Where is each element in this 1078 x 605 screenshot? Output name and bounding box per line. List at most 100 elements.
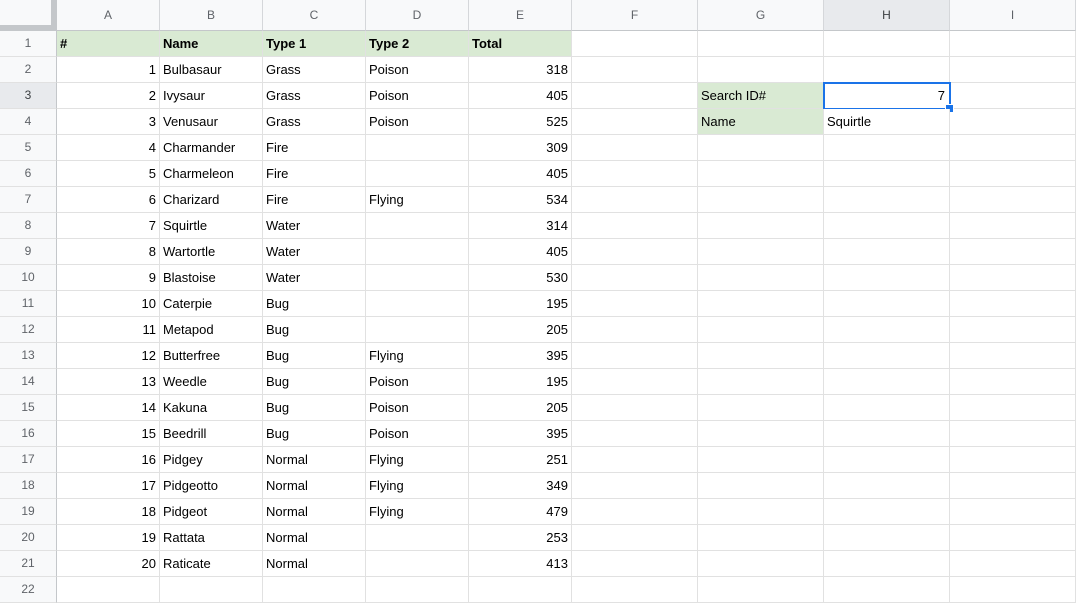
cell[interactable]	[572, 265, 698, 291]
cell-name[interactable]: Ivysaur	[160, 83, 263, 109]
cell-type1[interactable]: Bug	[263, 369, 366, 395]
cell-type1[interactable]: Bug	[263, 317, 366, 343]
cell-type2[interactable]	[366, 239, 469, 265]
cell[interactable]	[824, 161, 950, 187]
cell-total[interactable]: 309	[469, 135, 572, 161]
cell[interactable]	[698, 421, 824, 447]
row-header[interactable]: 14	[0, 369, 57, 395]
cell[interactable]	[698, 317, 824, 343]
cell-type1[interactable]: Normal	[263, 551, 366, 577]
cell[interactable]	[950, 447, 1076, 473]
cell-type1[interactable]: Bug	[263, 395, 366, 421]
cell-total[interactable]: 395	[469, 421, 572, 447]
row-header[interactable]: 17	[0, 447, 57, 473]
cell-id[interactable]: 2	[57, 83, 160, 109]
cell-id[interactable]: 11	[57, 317, 160, 343]
cell-id[interactable]: 10	[57, 291, 160, 317]
header-cell-id[interactable]: #	[57, 31, 160, 57]
cell-type2[interactable]: Flying	[366, 473, 469, 499]
cell[interactable]	[950, 83, 1076, 109]
cell[interactable]	[824, 135, 950, 161]
cell[interactable]	[572, 473, 698, 499]
search-id-label-cell[interactable]: Search ID#	[698, 83, 824, 109]
cell-type2[interactable]: Flying	[366, 187, 469, 213]
cell[interactable]	[572, 369, 698, 395]
cell-type1[interactable]: Water	[263, 213, 366, 239]
cell-id[interactable]: 1	[57, 57, 160, 83]
column-header[interactable]: B	[160, 0, 263, 31]
cell-name[interactable]: Pidgeotto	[160, 473, 263, 499]
cell[interactable]	[698, 499, 824, 525]
cell-total[interactable]: 195	[469, 369, 572, 395]
header-cell-type1[interactable]: Type 1	[263, 31, 366, 57]
cell-name[interactable]: Bulbasaur	[160, 57, 263, 83]
cell-type1[interactable]: Fire	[263, 135, 366, 161]
cell[interactable]	[950, 473, 1076, 499]
cell-name[interactable]: Rattata	[160, 525, 263, 551]
cell-total[interactable]: 405	[469, 161, 572, 187]
cell-total[interactable]: 251	[469, 447, 572, 473]
cell-total[interactable]: 525	[469, 109, 572, 135]
cell-type2[interactable]: Poison	[366, 369, 469, 395]
cell-type1[interactable]: Normal	[263, 525, 366, 551]
cell-total[interactable]: 413	[469, 551, 572, 577]
cell-total[interactable]: 349	[469, 473, 572, 499]
cell-name[interactable]: Raticate	[160, 551, 263, 577]
cell-name[interactable]: Pidgeot	[160, 499, 263, 525]
cell-type2[interactable]: Poison	[366, 395, 469, 421]
cell[interactable]	[572, 57, 698, 83]
cell[interactable]	[824, 187, 950, 213]
row-header[interactable]: 12	[0, 317, 57, 343]
cell-type1[interactable]: Normal	[263, 447, 366, 473]
cell-id[interactable]: 15	[57, 421, 160, 447]
header-cell-name[interactable]: Name	[160, 31, 263, 57]
cell[interactable]	[824, 343, 950, 369]
cell[interactable]	[950, 31, 1076, 57]
row-header[interactable]: 3	[0, 83, 57, 109]
cell[interactable]	[824, 239, 950, 265]
cell-id[interactable]: 16	[57, 447, 160, 473]
row-header[interactable]: 20	[0, 525, 57, 551]
cell-type1[interactable]: Water	[263, 265, 366, 291]
cell[interactable]	[950, 291, 1076, 317]
cell[interactable]	[698, 31, 824, 57]
cell[interactable]	[698, 187, 824, 213]
cell-type2[interactable]	[366, 161, 469, 187]
cell-type2[interactable]	[366, 213, 469, 239]
cell[interactable]	[824, 57, 950, 83]
select-all-corner[interactable]	[0, 0, 57, 31]
cell-type1[interactable]: Fire	[263, 187, 366, 213]
cell[interactable]	[572, 31, 698, 57]
row-header[interactable]: 5	[0, 135, 57, 161]
cell[interactable]	[824, 551, 950, 577]
cell[interactable]	[698, 395, 824, 421]
cell[interactable]	[572, 317, 698, 343]
cell-total[interactable]: 479	[469, 499, 572, 525]
cell[interactable]	[824, 473, 950, 499]
cell-type2[interactable]	[366, 317, 469, 343]
column-header[interactable]: H	[824, 0, 950, 31]
cell[interactable]	[950, 421, 1076, 447]
cell-type2[interactable]	[366, 265, 469, 291]
cell-total[interactable]: 318	[469, 57, 572, 83]
cell[interactable]	[698, 291, 824, 317]
cell[interactable]	[698, 57, 824, 83]
cell-id[interactable]: 18	[57, 499, 160, 525]
cell-id[interactable]: 3	[57, 109, 160, 135]
cell[interactable]	[698, 265, 824, 291]
cell[interactable]	[366, 577, 469, 603]
cell[interactable]	[572, 135, 698, 161]
cell[interactable]	[698, 135, 824, 161]
cell[interactable]	[824, 525, 950, 551]
cell[interactable]	[698, 343, 824, 369]
cell-type2[interactable]: Flying	[366, 447, 469, 473]
cell[interactable]	[572, 83, 698, 109]
cell[interactable]	[824, 213, 950, 239]
cell-total[interactable]: 205	[469, 317, 572, 343]
name-result-cell[interactable]: Squirtle	[824, 109, 950, 135]
row-header[interactable]: 13	[0, 343, 57, 369]
cell-name[interactable]: Wartortle	[160, 239, 263, 265]
cell[interactable]	[572, 109, 698, 135]
row-header[interactable]: 16	[0, 421, 57, 447]
cell[interactable]	[824, 395, 950, 421]
